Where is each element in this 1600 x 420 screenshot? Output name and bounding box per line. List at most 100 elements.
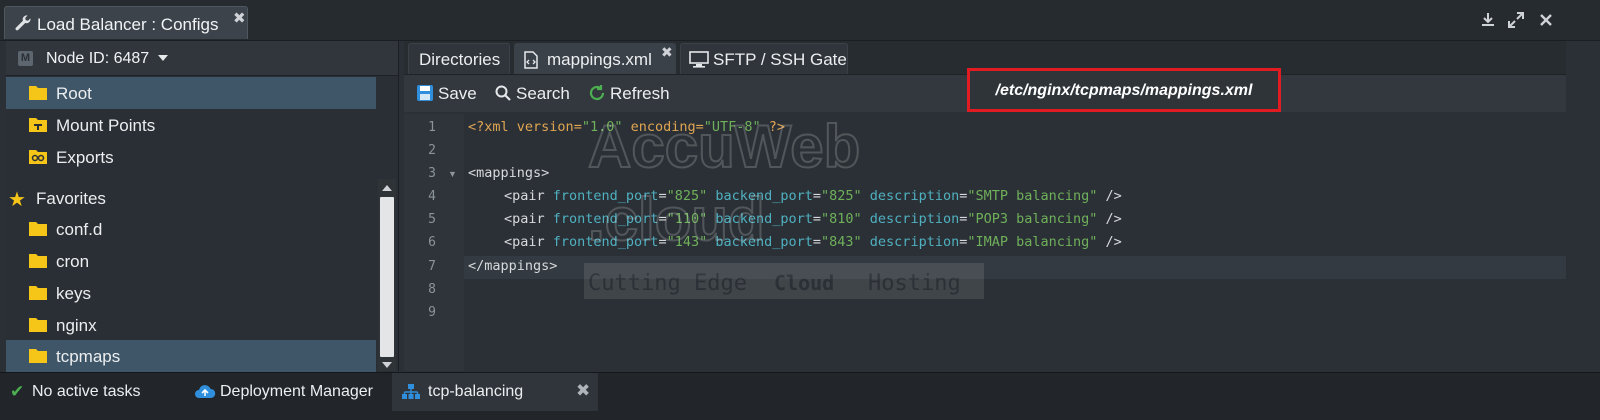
line-number: 2 xyxy=(428,143,436,158)
attr-name: description xyxy=(861,211,960,227)
favorites-label: Favorites xyxy=(36,189,106,208)
line-number: 4 xyxy=(428,189,436,204)
code-line-1: <?xml version="1.0" encoding="UTF-8" ?> xyxy=(468,119,785,142)
close-environment-icon[interactable]: ✖ xyxy=(576,381,590,401)
attr-value: "825" xyxy=(666,188,708,204)
xml-decl-attr: encoding xyxy=(622,119,696,135)
line-number: 3 xyxy=(428,166,436,181)
xml-decl-eq: = xyxy=(695,119,704,135)
tree-item-keys[interactable]: keys xyxy=(6,277,376,309)
code-line-4: <pair frontend_port="825" backend_port="… xyxy=(504,188,1122,211)
exports-folder-icon xyxy=(29,150,47,164)
deployment-manager-button[interactable]: Deployment Manager xyxy=(186,373,386,411)
pair-tag-end: /> xyxy=(1097,234,1122,250)
attr-name: backend_port xyxy=(707,211,813,227)
window-title: Load Balancer : Configs xyxy=(37,15,219,34)
attr-value: "810" xyxy=(821,211,862,227)
xml-decl-value: "UTF-8" xyxy=(703,119,761,135)
maximize-icon[interactable] xyxy=(1506,10,1526,30)
favorites-header[interactable]: ★ Favorites xyxy=(6,184,376,214)
tree-item-nginx[interactable]: nginx xyxy=(6,309,376,341)
file-path-text: /etc/nginx/tcpmaps/mappings.xml xyxy=(995,82,1253,99)
tree-item-label: tcpmaps xyxy=(56,347,121,366)
current-line-highlight xyxy=(464,256,1566,279)
node-id-label: Node ID: 6487 xyxy=(46,50,150,67)
folder-icon xyxy=(29,222,47,236)
tree-item-tcpmaps[interactable]: tcpmaps xyxy=(6,340,376,372)
equals: = xyxy=(812,234,822,250)
line-number: 8 xyxy=(428,282,436,297)
tab-label: SFTP / SSH Gate xyxy=(713,50,847,69)
equals: = xyxy=(812,188,822,204)
folder-icon xyxy=(29,318,47,332)
tree-item-label: Exports xyxy=(56,148,114,167)
attr-name: frontend_port xyxy=(544,234,659,250)
attr-value: "110" xyxy=(666,211,708,227)
search-button[interactable]: Search xyxy=(494,82,574,106)
scroll-down-icon[interactable] xyxy=(382,362,392,368)
line-number-gutter: 1 2 3 ▼ 4 5 6 7 8 9 xyxy=(404,114,464,371)
code-line-5: <pair frontend_port="110" backend_port="… xyxy=(504,211,1122,234)
close-window-icon[interactable]: ✖ xyxy=(233,9,246,27)
scroll-up-icon[interactable] xyxy=(382,185,392,191)
tab-label: Directories xyxy=(419,50,501,69)
tree-item-root[interactable]: Root xyxy=(6,77,376,109)
equals: = xyxy=(658,234,667,250)
tree-item-label: Root xyxy=(56,84,92,103)
star-icon: ★ xyxy=(8,189,26,211)
sidebar-scrollbar[interactable] xyxy=(378,179,396,371)
line-number: 7 xyxy=(428,259,436,274)
tree-item-label: Mount Points xyxy=(56,116,156,135)
xml-decl-close: ?> xyxy=(760,119,786,135)
tree-item-cron[interactable]: cron xyxy=(6,245,376,277)
fold-arrow-icon[interactable]: ▼ xyxy=(448,169,457,179)
folder-icon xyxy=(29,254,47,268)
environment-tab-tcp-balancing[interactable]: tcp-balancing ✖ xyxy=(392,373,598,411)
save-button[interactable]: Save xyxy=(416,82,477,106)
tab-directories[interactable]: Directories xyxy=(408,43,510,74)
window-tab[interactable]: Load Balancer : Configs ✖ xyxy=(4,6,248,39)
folder-icon xyxy=(29,86,47,100)
file-editor-pane: Directories mappings.xml ✖ SFTP / SSH Ga… xyxy=(404,41,1566,371)
tree-item-mount-points[interactable]: Mount Points xyxy=(6,109,376,141)
line-number: 6 xyxy=(428,235,436,250)
tree-item-conf-d[interactable]: conf.d xyxy=(6,213,376,245)
tasks-label: No active tasks xyxy=(32,383,141,400)
tab-mappings-xml[interactable]: mappings.xml ✖ xyxy=(514,43,676,74)
window-titlebar: Load Balancer : Configs ✖ xyxy=(0,0,1600,41)
tab-label: mappings.xml xyxy=(547,50,652,69)
attr-name: description xyxy=(861,188,960,204)
refresh-button[interactable]: Refresh xyxy=(588,82,678,106)
minimize-download-icon[interactable] xyxy=(1478,10,1498,30)
cloud-upload-icon xyxy=(195,385,216,398)
wrench-icon xyxy=(15,15,31,31)
folder-icon xyxy=(29,349,47,363)
attr-value: "825" xyxy=(821,188,862,204)
attr-value: "IMAP balancing" xyxy=(967,234,1098,250)
code-line-7: </mappings> xyxy=(468,258,557,281)
tree-item-label: cron xyxy=(56,252,90,271)
line-number: 5 xyxy=(428,212,436,227)
mappings-open-tag: <mappings> xyxy=(468,165,550,181)
tree-item-label: keys xyxy=(56,284,91,303)
equals: = xyxy=(658,211,667,227)
tree-item-exports[interactable]: Exports xyxy=(6,141,376,173)
code-line-3: <mappings> xyxy=(468,165,549,188)
close-icon[interactable] xyxy=(1536,10,1556,30)
attr-value: "POP3 balancing" xyxy=(967,211,1098,227)
node-selector[interactable]: M Node ID: 6487 xyxy=(6,41,398,76)
tab-sftp-ssh-gate[interactable]: SFTP / SSH Gate xyxy=(680,43,848,74)
save-icon xyxy=(417,85,433,101)
folder-icon xyxy=(29,286,47,300)
refresh-icon xyxy=(589,85,605,101)
xml-decl-attr: version xyxy=(516,119,574,135)
node-type-badge: M xyxy=(18,51,33,66)
chevron-down-icon[interactable] xyxy=(158,55,168,61)
active-tasks-status[interactable]: ✔ No active tasks xyxy=(6,373,176,411)
check-icon: ✔ xyxy=(10,382,25,401)
pair-tag: <pair xyxy=(504,211,545,227)
scroll-thumb[interactable] xyxy=(380,197,394,357)
close-tab-icon[interactable]: ✖ xyxy=(661,44,673,61)
code-editor[interactable]: 1 2 3 ▼ 4 5 6 7 8 9 <?xml version="1.0" … xyxy=(404,114,1566,371)
attr-name: backend_port xyxy=(707,188,813,204)
